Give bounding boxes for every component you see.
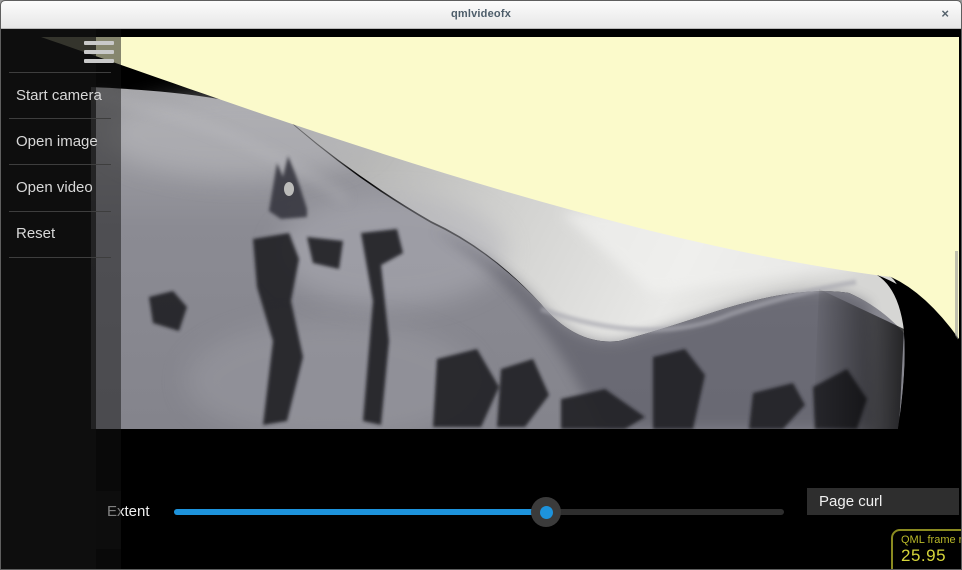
window-title: qmlvideofx <box>1 8 961 20</box>
sidebar-item-start-camera[interactable]: Start camera <box>1 73 121 118</box>
fps-overlay: QML frame r... 25.95 <box>891 529 962 570</box>
slider-fill <box>174 509 546 515</box>
divider <box>9 257 111 258</box>
titlebar[interactable]: qmlvideofx × <box>1 1 961 29</box>
sidebar-item-reset[interactable]: Reset <box>1 211 121 256</box>
fps-value: 25.95 <box>901 546 962 566</box>
sidebar-item-open-image[interactable]: Open image <box>1 119 121 164</box>
extent-slider[interactable] <box>174 509 784 515</box>
hamburger-icon[interactable] <box>84 41 114 65</box>
app-window: qmlvideofx × <box>0 0 962 570</box>
content-area: Start camera Open image Open video Reset… <box>1 29 962 570</box>
sidebar-item-open-video[interactable]: Open video <box>1 165 121 210</box>
fps-label: QML frame r... <box>901 534 962 546</box>
slider-dot <box>540 506 553 519</box>
effect-button[interactable]: Page curl <box>807 488 959 515</box>
slider-handle[interactable] <box>531 497 561 527</box>
slider-label: Extent <box>107 503 150 520</box>
sidebar: Start camera Open image Open video Reset <box>1 29 121 570</box>
close-icon[interactable]: × <box>941 7 949 21</box>
